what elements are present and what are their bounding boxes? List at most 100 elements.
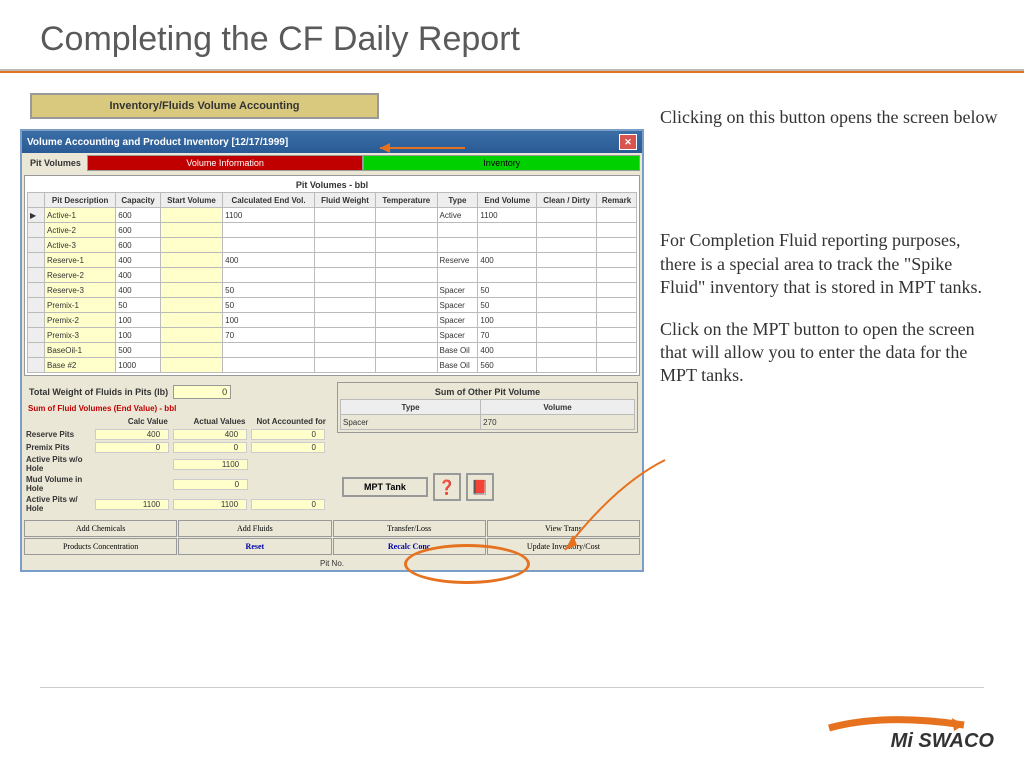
table-row[interactable]: Base #21000Base Oil560 [28, 358, 637, 373]
table-cell[interactable] [314, 283, 375, 298]
close-icon[interactable]: ✕ [619, 134, 637, 150]
transfer-loss-button[interactable]: Transfer/Loss [333, 520, 486, 537]
table-cell[interactable] [314, 328, 375, 343]
table-cell[interactable]: 600 [116, 208, 161, 223]
table-cell[interactable]: Active [437, 208, 478, 223]
table-cell[interactable]: Spacer [437, 313, 478, 328]
tab-volume-info[interactable]: Volume Information [87, 155, 364, 171]
table-cell[interactable] [376, 298, 437, 313]
table-cell[interactable]: 50 [478, 298, 537, 313]
table-cell[interactable] [597, 358, 637, 373]
table-cell[interactable]: 600 [116, 238, 161, 253]
table-cell[interactable] [28, 358, 45, 373]
table-cell[interactable]: 500 [116, 343, 161, 358]
table-cell[interactable]: 50 [478, 283, 537, 298]
table-row[interactable]: Premix-15050Spacer50 [28, 298, 637, 313]
table-cell[interactable]: Premix-3 [45, 328, 116, 343]
table-cell[interactable] [597, 253, 637, 268]
table-cell[interactable] [160, 298, 222, 313]
table-cell[interactable]: 50 [223, 298, 315, 313]
table-cell[interactable] [314, 313, 375, 328]
table-cell[interactable]: Base Oil [437, 358, 478, 373]
table-cell[interactable] [314, 208, 375, 223]
table-cell[interactable] [537, 223, 597, 238]
table-cell[interactable] [160, 343, 222, 358]
table-cell[interactable] [314, 358, 375, 373]
table-cell[interactable]: 600 [116, 223, 161, 238]
tab-inventory[interactable]: Inventory [363, 155, 640, 171]
table-cell[interactable]: 70 [223, 328, 315, 343]
table-cell[interactable]: 400 [223, 253, 315, 268]
add-chemicals-button[interactable]: Add Chemicals [24, 520, 177, 537]
table-cell[interactable] [376, 238, 437, 253]
table-cell[interactable] [376, 253, 437, 268]
total-weight-value[interactable]: 0 [173, 385, 231, 399]
table-cell[interactable]: Premix-1 [45, 298, 116, 313]
reset-button[interactable]: Reset [178, 538, 331, 555]
table-cell[interactable]: Spacer [437, 328, 478, 343]
table-cell[interactable] [597, 283, 637, 298]
products-concentration-button[interactable]: Products Concentration [24, 538, 177, 555]
table-cell[interactable]: 100 [223, 313, 315, 328]
table-cell[interactable] [160, 208, 222, 223]
table-cell[interactable] [28, 343, 45, 358]
inventory-button[interactable]: Inventory/Fluids Volume Accounting [30, 93, 379, 119]
summary-actual-value[interactable]: 0 [173, 442, 247, 453]
table-cell[interactable] [597, 328, 637, 343]
table-cell[interactable] [160, 328, 222, 343]
table-cell[interactable] [28, 253, 45, 268]
table-cell[interactable]: 50 [223, 283, 315, 298]
table-cell[interactable] [376, 313, 437, 328]
summary-actual-value[interactable]: 400 [173, 429, 247, 440]
table-cell[interactable] [537, 313, 597, 328]
table-cell[interactable] [223, 268, 315, 283]
table-cell[interactable] [160, 253, 222, 268]
table-cell[interactable]: 400 [116, 283, 161, 298]
table-cell[interactable] [376, 283, 437, 298]
table-cell[interactable] [437, 223, 478, 238]
table-cell[interactable]: 400 [478, 253, 537, 268]
table-cell[interactable]: 70 [478, 328, 537, 343]
table-cell[interactable] [537, 208, 597, 223]
table-cell[interactable] [160, 358, 222, 373]
table-cell[interactable]: 400 [116, 253, 161, 268]
mpt-tank-button[interactable]: MPT Tank [342, 477, 428, 497]
table-cell[interactable]: 1100 [223, 208, 315, 223]
table-row[interactable]: Reserve-2400 [28, 268, 637, 283]
table-cell[interactable] [376, 208, 437, 223]
table-cell[interactable] [28, 223, 45, 238]
table-row[interactable]: Reserve-1400400Reserve400 [28, 253, 637, 268]
table-cell[interactable] [597, 343, 637, 358]
table-cell[interactable] [537, 343, 597, 358]
table-cell[interactable]: 100 [116, 328, 161, 343]
table-cell[interactable]: BaseOil-1 [45, 343, 116, 358]
table-cell[interactable] [376, 268, 437, 283]
table-cell[interactable]: 1000 [116, 358, 161, 373]
table-cell[interactable]: 1100 [478, 208, 537, 223]
table-cell[interactable] [314, 238, 375, 253]
table-cell[interactable]: Spacer [437, 283, 478, 298]
table-cell[interactable]: Active-3 [45, 238, 116, 253]
table-cell[interactable] [597, 223, 637, 238]
table-cell[interactable] [314, 298, 375, 313]
table-cell[interactable]: 400 [478, 343, 537, 358]
table-cell[interactable] [28, 283, 45, 298]
table-cell[interactable]: Base #2 [45, 358, 116, 373]
table-cell[interactable] [597, 238, 637, 253]
recalc-conc-button[interactable]: Recalc Conc [333, 538, 486, 555]
table-cell[interactable]: Premix-2 [45, 313, 116, 328]
table-cell[interactable]: Active-1 [45, 208, 116, 223]
update-inventory-button[interactable]: Update Inventory/Cost [487, 538, 640, 555]
table-row[interactable]: Premix-310070Spacer70 [28, 328, 637, 343]
table-cell[interactable] [314, 253, 375, 268]
table-cell[interactable] [160, 313, 222, 328]
table-cell[interactable] [376, 328, 437, 343]
table-cell[interactable] [28, 313, 45, 328]
table-cell[interactable]: 50 [116, 298, 161, 313]
tab-pit-volumes[interactable]: Pit Volumes [24, 156, 87, 170]
table-cell[interactable]: Reserve-1 [45, 253, 116, 268]
table-cell[interactable] [437, 238, 478, 253]
table-cell[interactable] [160, 238, 222, 253]
table-cell[interactable] [160, 283, 222, 298]
table-cell[interactable]: Reserve [437, 253, 478, 268]
